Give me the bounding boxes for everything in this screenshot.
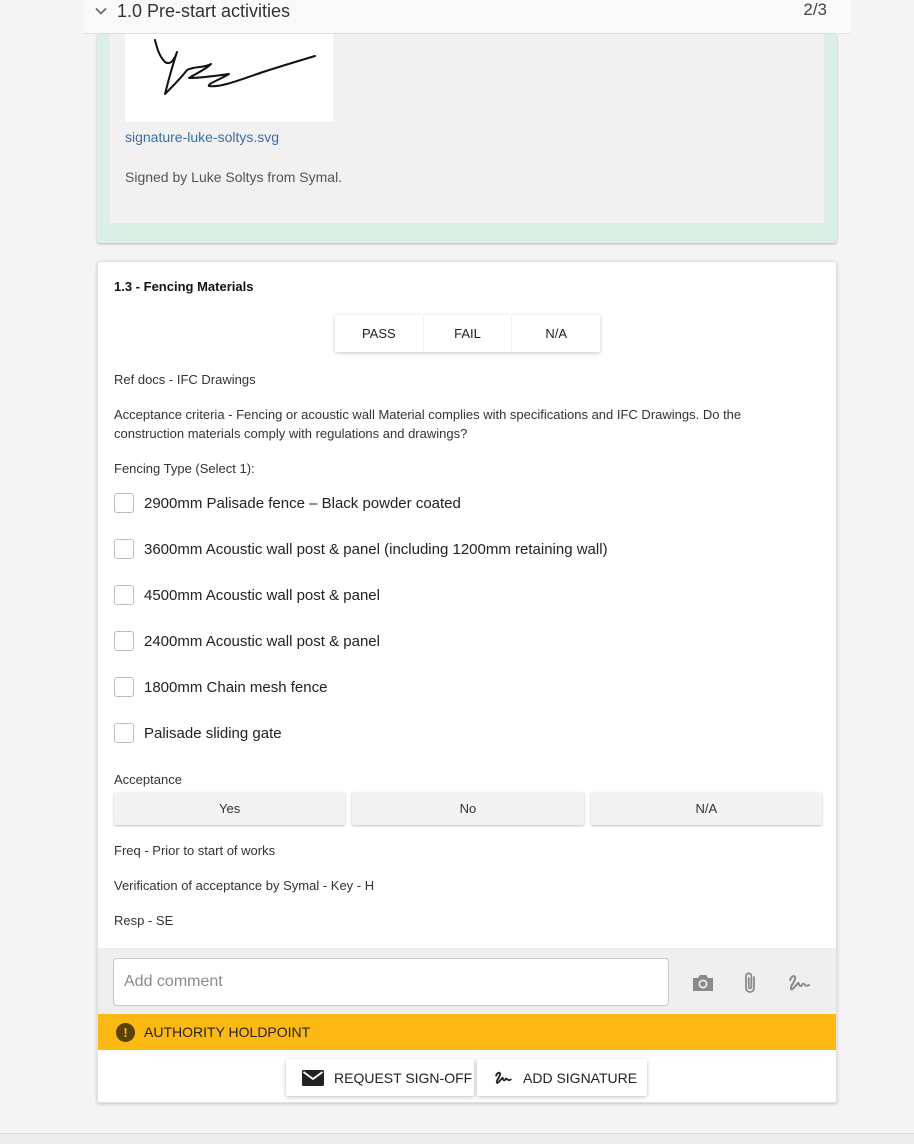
fencing-option-label: 4500mm Acoustic wall post & panel <box>144 586 380 604</box>
signature-icon[interactable] <box>786 970 812 996</box>
fail-button[interactable]: FAIL <box>424 315 513 352</box>
responsibility-text: Resp - SE <box>114 913 174 928</box>
checkbox[interactable] <box>114 585 134 605</box>
result-button-group: PASS FAIL N/A <box>335 315 600 352</box>
warning-icon: ! <box>116 1023 135 1042</box>
fencing-option[interactable]: 1800mm Chain mesh fence <box>114 676 327 698</box>
checkbox[interactable] <box>114 493 134 513</box>
na-button[interactable]: N/A <box>512 315 600 352</box>
fencing-option[interactable]: 2900mm Palisade fence – Black powder coa… <box>114 492 461 514</box>
next-section-header[interactable] <box>0 1133 914 1144</box>
comment-input[interactable] <box>113 958 669 1006</box>
checkbox[interactable] <box>114 723 134 743</box>
comment-bar <box>98 948 836 1014</box>
fencing-option[interactable]: 4500mm Acoustic wall post & panel <box>114 584 380 606</box>
authority-holdpoint-banner: ! AUTHORITY HOLDPOINT <box>98 1014 836 1050</box>
acceptance-no-button[interactable]: No <box>352 792 584 825</box>
fencing-option[interactable]: Palisade sliding gate <box>114 722 282 744</box>
verification-text: Verification of acceptance by Symal - Ke… <box>114 878 375 893</box>
checkbox[interactable] <box>114 631 134 651</box>
paperclip-icon[interactable] <box>738 970 764 996</box>
fencing-option-label: 1800mm Chain mesh fence <box>144 678 328 696</box>
section-header[interactable]: 1.0 Pre-start activities 2/3 <box>84 0 851 34</box>
signature-file-link[interactable]: signature-luke-soltys.svg <box>125 129 279 145</box>
fencing-option-label: 2900mm Palisade fence – Black powder coa… <box>144 494 461 512</box>
checkbox[interactable] <box>114 677 134 697</box>
signed-by-text: Signed by Luke Soltys from Symal. <box>125 169 343 185</box>
request-signoff-button[interactable]: REQUEST SIGN-OFF <box>286 1059 474 1096</box>
fencing-option[interactable]: 3600mm Acoustic wall post & panel (inclu… <box>114 538 608 560</box>
frequency-text: Freq - Prior to start of works <box>114 843 276 858</box>
signature-image <box>125 34 333 122</box>
ref-docs-text: Ref docs - IFC Drawings <box>114 372 256 387</box>
acceptance-criteria-text: Acceptance criteria - Fencing or acousti… <box>114 407 742 441</box>
acceptance-na-button[interactable]: N/A <box>590 792 822 825</box>
fencing-option-label: 2400mm Acoustic wall post & panel <box>144 632 380 650</box>
item-title: 1.3 - Fencing Materials <box>114 279 254 294</box>
add-signature-button[interactable]: ADD SIGNATURE <box>477 1059 647 1096</box>
acceptance-label: Acceptance <box>114 772 182 787</box>
inspection-item-card: 1.3 - Fencing Materials PASS FAIL N/A Re… <box>97 261 837 1103</box>
holdpoint-label: AUTHORITY HOLDPOINT <box>144 1024 311 1040</box>
checkbox[interactable] <box>114 539 134 559</box>
acceptance-yes-button[interactable]: Yes <box>114 792 346 825</box>
acceptance-button-group: Yes No N/A <box>114 792 822 825</box>
section-title: 1.0 Pre-start activities <box>117 1 291 21</box>
camera-icon[interactable] <box>690 970 716 996</box>
pass-button[interactable]: PASS <box>335 315 424 352</box>
request-signoff-label: REQUEST SIGN-OFF <box>334 1069 473 1086</box>
fencing-option-label: Palisade sliding gate <box>144 724 282 742</box>
section-count: 2/3 <box>803 0 827 19</box>
fencing-option[interactable]: 2400mm Acoustic wall post & panel <box>114 630 380 652</box>
chevron-down-icon <box>95 7 107 15</box>
add-signature-label: ADD SIGNATURE <box>523 1069 638 1086</box>
signed-panel: signature-luke-soltys.svg Signed by Luke… <box>97 34 837 243</box>
fencing-option-label: 3600mm Acoustic wall post & panel (inclu… <box>144 540 608 558</box>
signature-details: signature-luke-soltys.svg Signed by Luke… <box>110 34 824 223</box>
signature-icon <box>495 1071 512 1084</box>
fencing-type-label: Fencing Type (Select 1): <box>114 461 255 476</box>
mail-icon <box>302 1069 324 1086</box>
